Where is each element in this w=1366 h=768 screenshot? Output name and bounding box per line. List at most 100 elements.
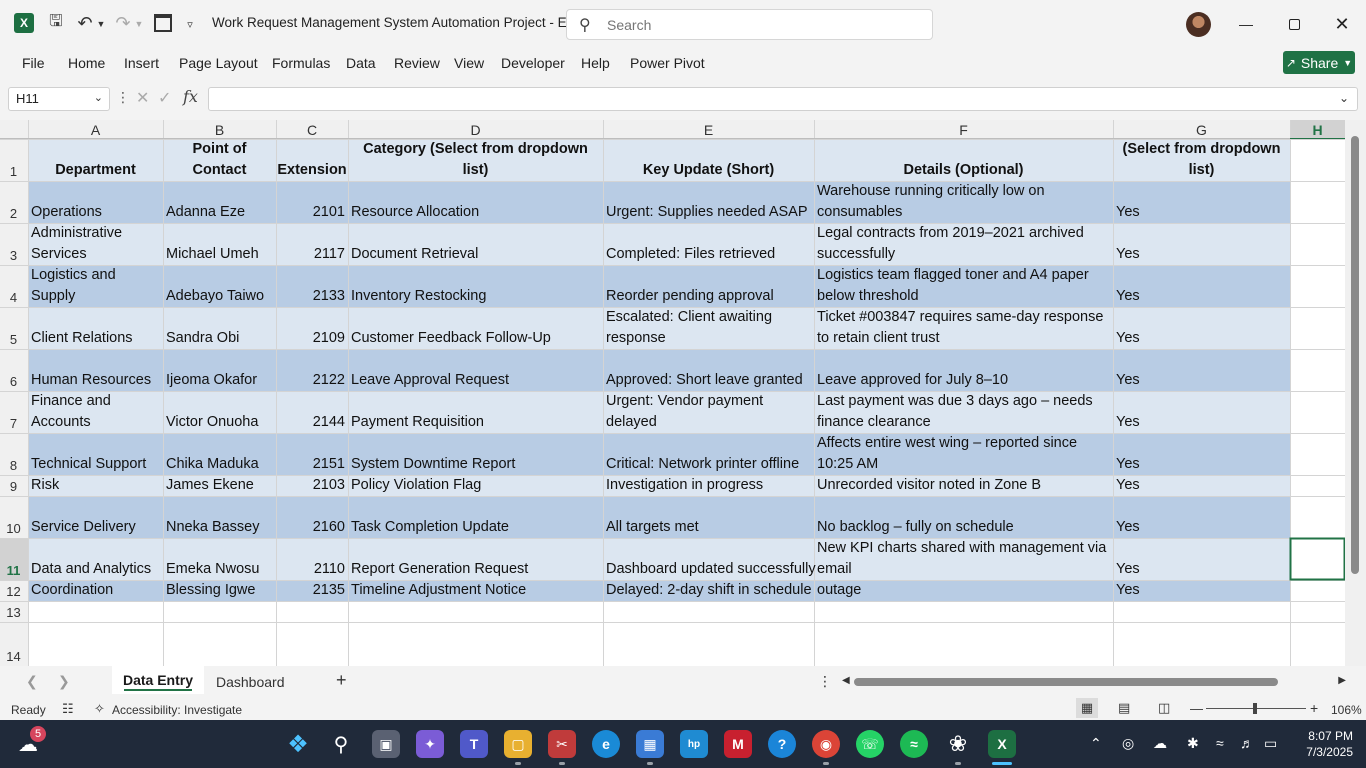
tab-data[interactable]: Data	[346, 55, 376, 71]
row-header-3[interactable]: 3	[0, 223, 27, 265]
table-cell[interactable]: Compliance and Risk	[28, 475, 163, 496]
table-cell[interactable]: All targets met	[603, 496, 814, 538]
table-cell[interactable]: Chika Maduka	[163, 433, 276, 475]
table-cell[interactable]: Yes	[1113, 496, 1290, 538]
zoom-in-icon[interactable]: +	[1310, 700, 1318, 716]
table-cell[interactable]: 2151	[276, 433, 348, 475]
row-header-13[interactable]: 13	[0, 601, 27, 622]
tab-insert[interactable]: Insert	[124, 55, 159, 71]
table-cell[interactable]: Testing rescheduled due to unexpected ou…	[814, 580, 1113, 601]
table-cell[interactable]: Adanna Eze	[163, 181, 276, 223]
row-header-10[interactable]: 10	[0, 496, 27, 538]
chrome-icon[interactable]: ◉	[812, 730, 840, 758]
teams-icon[interactable]: T	[460, 730, 488, 758]
table-cell[interactable]: Yes	[1113, 538, 1290, 580]
table-cell[interactable]: Yes	[1113, 307, 1290, 349]
table-header-cell[interactable]: Category (Select from dropdown list)	[348, 139, 603, 181]
tab-help[interactable]: Help	[581, 55, 610, 71]
copilot-icon[interactable]: ✦	[416, 730, 444, 758]
table-cell[interactable]: 2109	[276, 307, 348, 349]
page-break-view-icon[interactable]: ◫	[1158, 700, 1170, 716]
table-cell[interactable]: Yes	[1113, 181, 1290, 223]
row-header-2[interactable]: 2	[0, 181, 27, 223]
mcafee-icon[interactable]: M	[724, 730, 752, 758]
worksheet-grid[interactable]: A B C D E F G H 1 2 3 4 5 6 7 8 9 10 11 12 13 14 Department Poi…	[0, 120, 1366, 666]
more-options-icon[interactable]: ⋮	[116, 89, 130, 106]
share-button[interactable]: ↗ Share ▼	[1283, 51, 1355, 74]
tab-developer[interactable]: Developer	[501, 55, 565, 71]
table-cell[interactable]: Ijeoma Okafor	[163, 349, 276, 391]
row-header-6[interactable]: 6	[0, 349, 27, 391]
save-icon[interactable]: 🖫	[46, 13, 66, 33]
row-header-1[interactable]: 1	[0, 139, 27, 181]
tab-review[interactable]: Review	[394, 55, 440, 71]
windows-start-icon[interactable]: ❖	[284, 730, 312, 758]
add-sheet-icon[interactable]: +	[336, 670, 347, 691]
undo-icon[interactable]: ↶	[76, 13, 94, 33]
close-button[interactable]: ✕	[1328, 12, 1356, 36]
table-cell[interactable]: 2144	[276, 391, 348, 433]
task-view-icon[interactable]: ▣	[372, 730, 400, 758]
table-cell[interactable]: Data and Analytics	[28, 538, 163, 580]
row-header-14[interactable]: 14	[0, 622, 27, 666]
cancel-icon[interactable]: ✕	[136, 88, 149, 108]
maximize-button[interactable]	[1280, 12, 1308, 36]
taskbar-search-icon[interactable]: ⚲	[327, 730, 355, 758]
table-cell[interactable]: Document Retrieval	[348, 223, 603, 265]
table-header-cell[interactable]: Department	[28, 139, 163, 181]
sheet-tab-data-entry[interactable]: Data Entry	[112, 666, 204, 694]
customize-toolbar-icon[interactable]: ▿	[184, 14, 196, 34]
scrollbar-thumb[interactable]	[854, 678, 1278, 686]
chevron-down-icon[interactable]: ⌄	[94, 91, 103, 104]
table-cell[interactable]: Nneka Bassey	[163, 496, 276, 538]
table-cell[interactable]: Inventory Restocking	[348, 265, 603, 307]
row-header-5[interactable]: 5	[0, 307, 27, 349]
table-header-cell[interactable]: Point of Contact	[163, 139, 276, 181]
tab-page-layout[interactable]: Page Layout	[179, 55, 258, 71]
table-cell[interactable]: Michael Umeh	[163, 223, 276, 265]
search-input[interactable]	[607, 17, 907, 33]
table-cell[interactable]: 2122	[276, 349, 348, 391]
table-cell[interactable]: 2160	[276, 496, 348, 538]
table-cell[interactable]: New KPI charts shared with management vi…	[814, 538, 1113, 580]
row-header-4[interactable]: 4	[0, 265, 27, 307]
zoom-level[interactable]: 106%	[1331, 703, 1362, 717]
search-box[interactable]: ⚲	[566, 9, 933, 40]
chatgpt-icon[interactable]: ❀	[944, 730, 972, 758]
myhp-icon[interactable]: hp	[680, 730, 708, 758]
column-header-d[interactable]: D	[348, 120, 603, 139]
table-cell[interactable]: Affects entire west wing – reported sinc…	[814, 433, 1113, 475]
table-cell[interactable]: Unrecorded visitor noted in Zone B	[814, 475, 1113, 496]
zoom-slider-thumb[interactable]	[1253, 703, 1257, 714]
table-cell[interactable]: Reorder pending approval	[603, 265, 814, 307]
tab-power-pivot[interactable]: Power Pivot	[630, 55, 705, 71]
show-hidden-icons-icon[interactable]: ⌃	[1090, 735, 1102, 752]
minimize-button[interactable]: —	[1232, 12, 1260, 36]
tab-formulas[interactable]: Formulas	[272, 55, 330, 71]
macro-recording-icon[interactable]: ☷	[62, 701, 74, 717]
column-header-f[interactable]: F	[814, 120, 1113, 139]
prev-sheet-icon[interactable]: ❮	[26, 673, 38, 690]
table-cell[interactable]: Service Delivery	[28, 496, 163, 538]
enter-icon[interactable]: ✓	[158, 88, 171, 108]
row-header-9[interactable]: 9	[0, 475, 27, 496]
table-header-cell[interactable]: Applies to Today? (Select from dropdown …	[1113, 139, 1290, 181]
battery-icon[interactable]: ▭	[1264, 735, 1277, 752]
table-cell[interactable]: Victor Onuoha	[163, 391, 276, 433]
table-cell[interactable]: Project Coordination	[28, 580, 163, 601]
table-cell[interactable]: No backlog – fully on schedule	[814, 496, 1113, 538]
table-cell[interactable]: Yes	[1113, 433, 1290, 475]
zoom-out-icon[interactable]: —	[1190, 701, 1203, 716]
table-cell[interactable]: Resource Allocation	[348, 181, 603, 223]
name-box[interactable]: H11 ⌄	[8, 87, 110, 111]
table-cell[interactable]: Emeka Nwosu	[163, 538, 276, 580]
table-cell[interactable]: Technical Support	[28, 433, 163, 475]
table-cell[interactable]: Yes	[1113, 475, 1290, 496]
table-cell[interactable]: Investigation in progress	[603, 475, 814, 496]
table-cell[interactable]: Warehouse running critically low on cons…	[814, 181, 1113, 223]
table-cell[interactable]: Client Relations	[28, 307, 163, 349]
table-cell[interactable]: Last payment was due 3 days ago – needs …	[814, 391, 1113, 433]
insert-function-icon[interactable]: fx	[183, 87, 198, 106]
table-cell[interactable]: Sandra Obi	[163, 307, 276, 349]
row-header-8[interactable]: 8	[0, 433, 27, 475]
